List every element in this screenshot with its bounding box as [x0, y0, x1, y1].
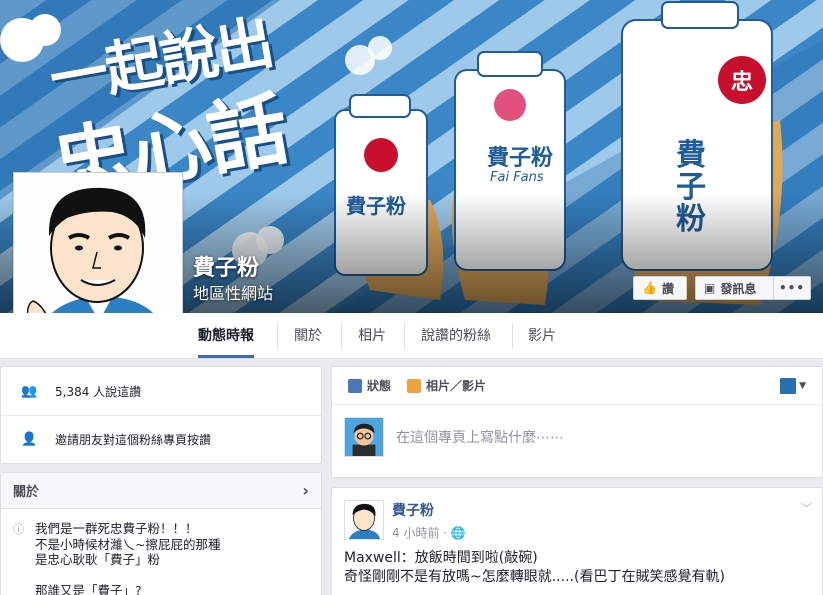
post-meta: 4 小時前 · 🌐 [392, 524, 466, 541]
thumbs-up-icon: 👍 [642, 281, 657, 295]
info-icon: ⓘ [13, 523, 24, 536]
page-category[interactable]: 地區性網站 [193, 280, 273, 304]
tab-timeline[interactable]: 動態時報 [198, 313, 254, 358]
globe-icon: 🌐 [450, 526, 466, 540]
about-line [35, 568, 220, 583]
people-icon: 👥 [21, 383, 38, 399]
carton3-badge: 忠 [731, 70, 754, 95]
about-title: 關於 [13, 485, 40, 500]
composer-tabs: 狀態 相片／影片 ▼ [332, 367, 822, 405]
about-description: ⓘ 我們是一群死忠費子粉！！！ 不是小時候材濰乀~擦屁屁的那種 是忠心耿耿「費子… [1, 509, 321, 595]
page-name[interactable]: 費子粉 [193, 250, 259, 282]
likes-count-text: 5,384 人說這讚 [55, 384, 142, 399]
status-label: 狀態 [367, 379, 392, 393]
tab-photos[interactable]: 相片 [358, 313, 386, 359]
about-card: 關於 › ⓘ 我們是一群死忠費子粉！！！ 不是小時候材濰乀~擦屁屁的那種 是忠心… [0, 472, 322, 595]
tab-divider [277, 323, 278, 349]
post-text-line: Maxwell：放飯時間到啦(敲碗) [344, 550, 538, 566]
tab-divider [512, 323, 513, 349]
carton2-brand: 費子粉 [487, 146, 554, 171]
invite-friends-text: 邀請朋友對這個粉絲專頁按讚 [55, 433, 212, 447]
carton2-sub: Fai Fans [490, 170, 544, 185]
timeline-post: 費子粉 4 小時前 · 🌐 ﹀ Maxwell：放飯時間到啦(敲碗) 奇怪剛剛不… [331, 487, 823, 595]
likes-count-row[interactable]: 👥 5,384 人說這讚 [1, 367, 321, 415]
composer-tab-status[interactable]: 狀態 [348, 377, 391, 394]
about-line: 不是小時候材濰乀~擦屁屁的那種 [35, 536, 221, 552]
mini-avatar [780, 378, 797, 394]
tab-divider [404, 323, 405, 349]
tab-about[interactable]: 關於 [294, 313, 322, 359]
composer-placeholder[interactable]: 在這個專頁上寫點什麼⋯⋯ [396, 427, 564, 447]
post-header: 費子粉 4 小時前 · 🌐 [332, 488, 822, 541]
post-as-selector[interactable]: ▼ [780, 378, 806, 394]
message-icon: ▣ [704, 281, 716, 295]
about-line: 我們是一群死忠費子粉！！！ [35, 521, 198, 536]
post-timestamp[interactable]: 4 小時前 · [392, 526, 451, 540]
user-avatar [344, 417, 384, 457]
photo-icon [407, 378, 422, 393]
photo-video-label: 相片／影片 [426, 379, 487, 393]
more-options-button[interactable]: ••• [773, 276, 811, 300]
add-person-icon: 👤 [21, 432, 38, 447]
page-tab-nav: 動態時報 關於 相片 說讚的粉絲 影片 [0, 313, 823, 359]
tab-likes[interactable]: 說讚的粉絲 [421, 313, 491, 359]
chevron-right-icon[interactable]: › [302, 481, 309, 500]
chevron-down-icon: ▼ [799, 381, 806, 391]
invite-friends-row[interactable]: 👤 邀請朋友對這個粉絲專頁按讚 [1, 415, 321, 463]
post-text-line: 奇怪剛剛不是有放嗎~怎麼轉眼就.....(看巴丁在賊笑感覺有軌) [344, 569, 725, 585]
tab-videos[interactable]: 影片 [528, 313, 556, 359]
post-author-name[interactable]: 費子粉 [392, 500, 466, 520]
tab-divider [341, 323, 342, 349]
message-label: 發訊息 [720, 281, 757, 296]
page-stats-card: 👥 5,384 人說這讚 👤 邀請朋友對這個粉絲專頁按讚 [0, 366, 322, 464]
post-options-chevron-icon[interactable]: ﹀ [801, 500, 812, 516]
like-label: 讚 [661, 281, 674, 296]
composer-tab-photo[interactable]: 相片／影片 [407, 377, 486, 394]
send-message-button[interactable]: ▣ 發訊息 [695, 276, 775, 300]
post-author-avatar[interactable] [344, 500, 384, 540]
about-header[interactable]: 關於 › [1, 473, 321, 509]
like-page-button[interactable]: 👍 讚 [633, 276, 687, 300]
more-dots-icon: ••• [779, 281, 806, 295]
post-composer: 狀態 相片／影片 ▼ 在這個專頁上寫點什麼⋯⋯ [331, 366, 823, 478]
pencil-icon [348, 378, 362, 393]
composer-body[interactable]: 在這個專頁上寫點什麼⋯⋯ [332, 405, 822, 469]
post-body: Maxwell：放飯時間到啦(敲碗) 奇怪剛剛不是有放嗎~怎麼轉眼就.....(… [332, 541, 822, 587]
about-line: 那誰又是「費子」? [35, 582, 142, 595]
about-line: 是忠心耿耿「費子」粉 [35, 552, 161, 567]
